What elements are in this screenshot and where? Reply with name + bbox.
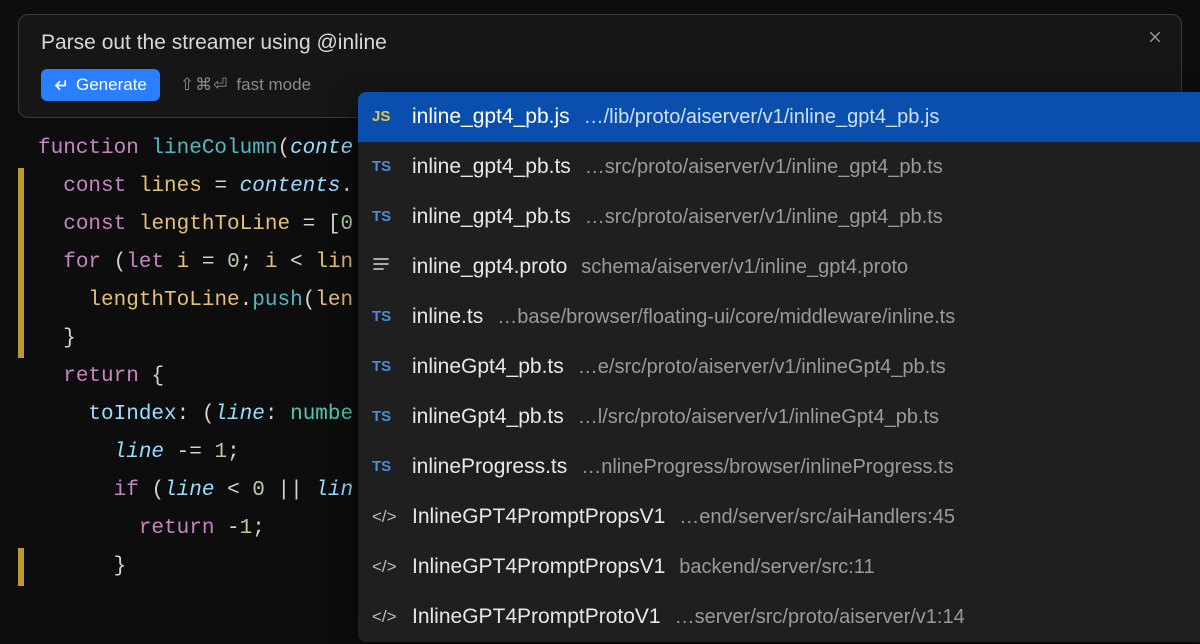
suggestion-path: …server/src/proto/aiserver/v1:14 bbox=[675, 594, 1182, 640]
gutter-marker bbox=[18, 244, 24, 282]
suggestion-name: inline_gpt4_pb.js bbox=[412, 94, 570, 140]
symbol-icon: </> bbox=[372, 544, 402, 590]
symbol-icon: </> bbox=[372, 494, 402, 540]
suggestion-path: …src/proto/aiserver/v1/inline_gpt4_pb.ts bbox=[585, 194, 1182, 240]
js-file-icon: JS bbox=[372, 94, 402, 140]
generate-button[interactable]: Generate bbox=[41, 69, 160, 101]
gutter-marker bbox=[18, 548, 24, 586]
suggestion-name: inline_gpt4_pb.ts bbox=[412, 144, 571, 190]
ts-file-icon: TS bbox=[372, 394, 402, 440]
close-icon[interactable] bbox=[1145, 27, 1165, 47]
symbol-icon: </> bbox=[372, 594, 402, 640]
suggestion-item[interactable]: </> InlineGPT4PromptPropsV1 backend/server… bbox=[358, 542, 1200, 592]
suggestion-path: …nlineProgress/browser/inlineProgress.ts bbox=[581, 444, 1182, 490]
suggestion-path: …e/src/proto/aiserver/v1/inlineGpt4_pb.t… bbox=[578, 344, 1182, 390]
suggestion-name: InlineGPT4PromptPropsV1 bbox=[412, 544, 665, 590]
suggestion-item[interactable]: TSinline_gpt4_pb.ts …src/proto/aiserver/v… bbox=[358, 142, 1200, 192]
suggestion-name: inlineProgress.ts bbox=[412, 444, 567, 490]
enter-icon bbox=[54, 78, 69, 93]
suggestion-path: backend/server/src:11 bbox=[679, 544, 1182, 590]
suggestion-path: …src/proto/aiserver/v1/inline_gpt4_pb.ts bbox=[585, 144, 1182, 190]
suggestion-item[interactable]: TSinline_gpt4_pb.ts …src/proto/aiserver/v… bbox=[358, 192, 1200, 242]
ts-file-icon: TS bbox=[372, 294, 402, 340]
gutter-marker bbox=[18, 396, 24, 434]
suggestion-item[interactable]: TSinlineProgress.ts …nlineProgress/browse… bbox=[358, 442, 1200, 492]
gutter-marker bbox=[18, 434, 24, 472]
fast-mode-label: fast mode bbox=[236, 75, 311, 95]
suggestion-item[interactable]: </> InlineGPT4PromptProtoV1 …server/src/pr… bbox=[358, 592, 1200, 642]
suggestion-path: …l/src/proto/aiserver/v1/inlineGpt4_pb.t… bbox=[578, 394, 1182, 440]
suggestion-item[interactable]: TSinlineGpt4_pb.ts …l/src/proto/aiserver/… bbox=[358, 392, 1200, 442]
gutter-marker bbox=[18, 282, 24, 320]
suggestion-path: …base/browser/floating-ui/core/middlewar… bbox=[497, 294, 1182, 340]
file-lines-icon bbox=[372, 244, 402, 290]
ts-file-icon: TS bbox=[372, 344, 402, 390]
ts-file-icon: TS bbox=[372, 444, 402, 490]
gutter-marker bbox=[18, 358, 24, 396]
fast-mode-toggle[interactable]: ⇧⌘⏎ fast mode bbox=[180, 75, 311, 95]
suggestion-item[interactable]: </> InlineGPT4PromptPropsV1 …end/server/sr… bbox=[358, 492, 1200, 542]
gutter-marker bbox=[18, 130, 24, 168]
ts-file-icon: TS bbox=[372, 194, 402, 240]
gutter-marker bbox=[18, 206, 24, 244]
fast-mode-shortcut: ⇧⌘⏎ bbox=[180, 75, 229, 95]
suggestion-item[interactable]: TSinlineGpt4_pb.ts …e/src/proto/aiserver/… bbox=[358, 342, 1200, 392]
suggestion-path: …/lib/proto/aiserver/v1/inline_gpt4_pb.j… bbox=[584, 94, 1182, 140]
suggestion-item[interactable]: inline_gpt4.proto schema/aiserver/v1/inli… bbox=[358, 242, 1200, 292]
gutter-marker bbox=[18, 510, 24, 548]
suggestion-item[interactable]: JSinline_gpt4_pb.js …/lib/proto/aiserver/… bbox=[358, 92, 1200, 142]
gutter-marker bbox=[18, 320, 24, 358]
gutter-marker bbox=[18, 472, 24, 510]
suggestion-name: InlineGPT4PromptProtoV1 bbox=[412, 594, 661, 640]
suggestion-name: InlineGPT4PromptPropsV1 bbox=[412, 494, 665, 540]
file-suggestion-dropdown: JSinline_gpt4_pb.js …/lib/proto/aiserver/… bbox=[358, 92, 1200, 642]
suggestion-name: inlineGpt4_pb.ts bbox=[412, 394, 564, 440]
suggestion-name: inline_gpt4.proto bbox=[412, 244, 567, 290]
prompt-input[interactable]: Parse out the streamer using @inline bbox=[41, 31, 1163, 55]
suggestion-name: inlineGpt4_pb.ts bbox=[412, 344, 564, 390]
suggestion-item[interactable]: TSinline.ts …base/browser/floating-ui/cor… bbox=[358, 292, 1200, 342]
suggestion-path: schema/aiserver/v1/inline_gpt4.proto bbox=[581, 244, 1182, 290]
gutter-marker bbox=[18, 168, 24, 206]
ts-file-icon: TS bbox=[372, 144, 402, 190]
suggestion-name: inline.ts bbox=[412, 294, 483, 340]
generate-label: Generate bbox=[76, 75, 147, 95]
suggestion-path: …end/server/src/aiHandlers:45 bbox=[679, 494, 1182, 540]
suggestion-name: inline_gpt4_pb.ts bbox=[412, 194, 571, 240]
